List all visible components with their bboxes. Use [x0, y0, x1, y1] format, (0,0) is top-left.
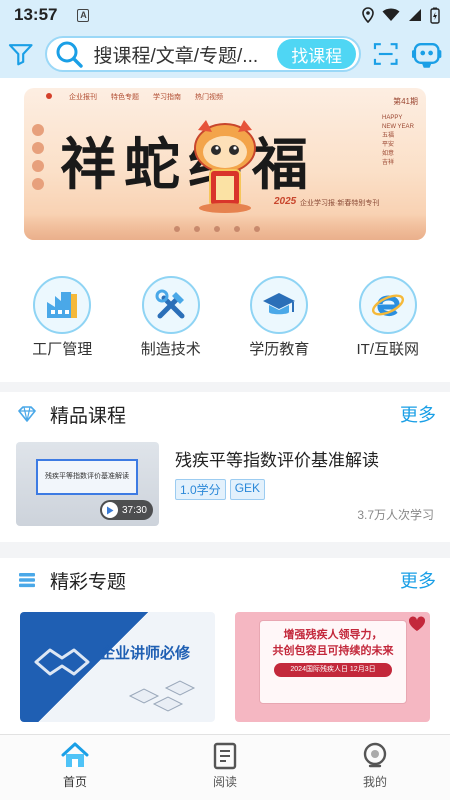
diamond-icon — [18, 406, 36, 422]
blocks-icon — [128, 680, 196, 712]
category-manufacturing-tech[interactable]: 制造技术 — [123, 276, 219, 382]
category-label: 制造技术 — [140, 341, 201, 358]
course-info: 残疾平等指数评价基准解读 1.0学分 GEK 3.7万人次学习 — [175, 442, 434, 526]
credit-tag: 1.0学分 — [175, 479, 226, 500]
category-tag: GEK — [229, 479, 266, 500]
status-time: 13:57 — [14, 5, 58, 24]
tools-icon — [141, 276, 200, 334]
graduation-cap-icon — [250, 276, 309, 334]
battery-icon — [430, 7, 440, 24]
course-tags: 1.0学分 GEK — [175, 479, 434, 500]
home-icon — [61, 742, 89, 767]
topic-list-icon — [19, 573, 35, 588]
banner-header-tab: 企业报刊 — [69, 94, 97, 101]
featured-courses-section: 精品课程 更多 残疾平等指数评价基准解读 37:30 残疾平等指数评价基准解读 … — [0, 392, 450, 542]
bottom-tab-bar: 首页 阅读 我的 — [0, 734, 450, 800]
tab-label: 我的 — [362, 775, 387, 789]
topic-card[interactable]: 企业讲师必修 — [20, 612, 215, 722]
tab-label: 首页 — [62, 775, 87, 789]
browser-e-icon — [358, 276, 417, 334]
section-header: 精彩专题 更多 — [0, 558, 450, 602]
course-duration: 37:30 — [121, 504, 147, 516]
wifi-icon — [382, 8, 400, 21]
course-duration-badge: 37:30 — [99, 500, 153, 520]
topic-card-line: 增强残疾人领导力， — [283, 629, 383, 641]
robot-assistant-icon[interactable] — [411, 39, 442, 69]
scan-icon[interactable] — [373, 42, 398, 66]
factory-icon — [33, 276, 92, 334]
banner-side-line: 如意 — [382, 151, 395, 157]
profile-icon — [363, 742, 387, 768]
search-icon — [56, 41, 84, 68]
handshake-icon — [34, 648, 90, 676]
banner-header-tab: 热门视频 — [195, 94, 223, 101]
heart-icon — [408, 616, 426, 631]
topic-card-line: 共创包容且可持续的未来 — [272, 645, 394, 657]
status-notification-icon: A — [77, 8, 90, 22]
topic-card-title: 企业讲师必修 — [100, 645, 191, 662]
snake-mascot-icon — [194, 120, 256, 213]
course-title: 残疾平等指数评价基准解读 — [175, 451, 379, 470]
book-icon — [213, 742, 237, 770]
more-topics-link[interactable]: 更多 — [400, 567, 436, 593]
banner-side-line: 五福 — [382, 133, 395, 139]
banner-subtitle: 企业学习报·新春特别专刊 — [300, 200, 380, 207]
topic-cards: 企业讲师必修 增强残疾人领导力， 共创包容且可持续的未来 2024国际残疾人日 … — [0, 602, 450, 722]
filter-icon[interactable] — [8, 42, 33, 66]
banner-side-badges — [32, 124, 44, 190]
category-label: IT/互联网 — [356, 341, 420, 358]
app-header: 搜课程/文章/专题/... 找课程 — [0, 30, 450, 78]
category-grid: 工厂管理 制造技术 学历教育 IT/互联网 — [0, 250, 450, 382]
category-label: 工厂管理 — [32, 341, 93, 358]
play-icon — [101, 502, 118, 518]
course-card[interactable]: 残疾平等指数评价基准解读 37:30 残疾平等指数评价基准解读 1.0学分 GE… — [0, 436, 450, 526]
featured-topics-section: 精彩专题 更多 企业讲师必修 增强残疾人领导力， 共创包容且可持续的未来 202… — [0, 558, 450, 734]
banner-year: 2025 — [274, 196, 297, 207]
search-button[interactable]: 找课程 — [277, 39, 357, 69]
promo-banner[interactable]: 企业报刊 特色专题 学习指南 热门视频 第41期 HAPPY NEW YEAR … — [24, 88, 426, 240]
banner-area: 企业报刊 特色专题 学习指南 热门视频 第41期 HAPPY NEW YEAR … — [0, 78, 450, 250]
banner-side-line: 吉祥 — [382, 160, 395, 166]
banner-side-line: 平安 — [382, 142, 395, 148]
status-icons — [362, 7, 440, 24]
banner-side-text: HAPPY NEW YEAR 五福 平安 如意 吉祥 — [382, 114, 416, 168]
more-courses-link[interactable]: 更多 — [400, 401, 436, 427]
location-icon — [362, 7, 374, 23]
banner-pager-dots — [174, 226, 260, 232]
tab-profile[interactable]: 我的 — [330, 741, 420, 800]
banner-issue: 第41期 — [393, 97, 418, 106]
topic-card-poster: 增强残疾人领导力， 共创包容且可持续的未来 2024国际残疾人日 12月3日 — [259, 620, 407, 704]
tab-home[interactable]: 首页 — [30, 741, 120, 800]
tab-label: 阅读 — [212, 775, 237, 789]
category-label: 学历教育 — [249, 341, 310, 358]
banner-header: 企业报刊 特色专题 学习指南 热门视频 — [24, 88, 426, 106]
search-placeholder: 搜课程/文章/专题/... — [93, 45, 259, 67]
category-it-internet[interactable]: IT/互联网 — [340, 276, 436, 382]
topic-card-date-pill: 2024国际残疾人日 12月3日 — [274, 663, 392, 677]
course-thumbnail-title: 残疾平等指数评价基准解读 — [36, 459, 138, 495]
tab-reading[interactable]: 阅读 — [180, 741, 270, 800]
signal-icon — [409, 9, 421, 21]
topic-card[interactable]: 增强残疾人领导力， 共创包容且可持续的未来 2024国际残疾人日 12月3日 — [235, 612, 430, 722]
search-input[interactable]: 搜课程/文章/专题/... 找课程 — [45, 36, 362, 72]
section-title: 精品课程 — [50, 405, 127, 427]
status-bar: 13:57 A — [0, 0, 450, 30]
section-title: 精彩专题 — [50, 571, 127, 593]
category-academic-education[interactable]: 学历教育 — [231, 276, 327, 382]
banner-header-tab: 特色专题 — [111, 94, 139, 101]
category-factory-management[interactable]: 工厂管理 — [14, 276, 110, 382]
course-thumbnail: 残疾平等指数评价基准解读 37:30 — [16, 442, 159, 526]
course-learner-count: 3.7万人次学习 — [357, 508, 434, 522]
section-header: 精品课程 更多 — [0, 392, 450, 436]
banner-logo-icon — [46, 93, 55, 101]
banner-side-line: HAPPY NEW YEAR — [382, 115, 414, 130]
banner-header-tab: 学习指南 — [153, 94, 181, 101]
